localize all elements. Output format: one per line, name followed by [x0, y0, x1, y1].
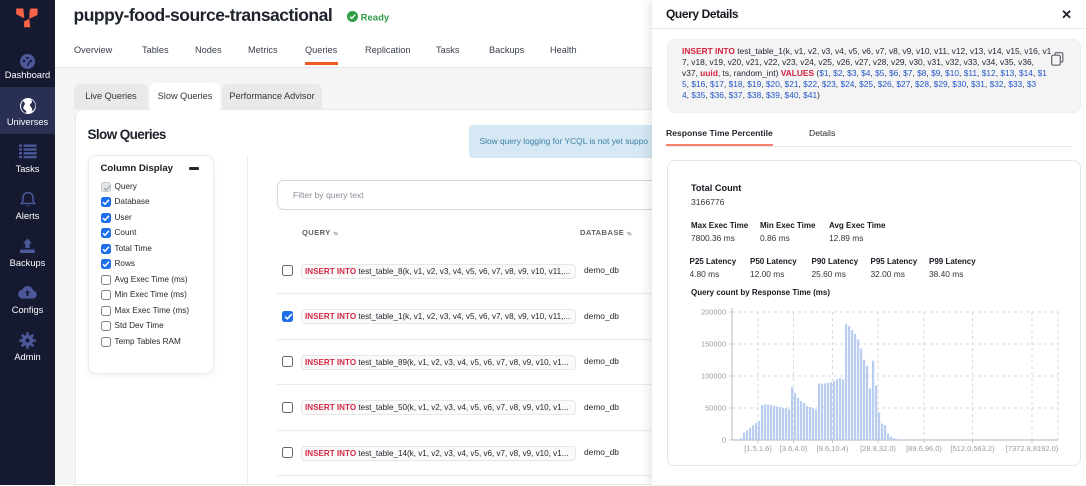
svg-text:[28.8,32.0): [28.8,32.0)	[860, 444, 896, 453]
svg-text:200000: 200000	[701, 308, 726, 317]
svg-text:150000: 150000	[701, 340, 726, 349]
svg-text:0: 0	[722, 436, 726, 445]
svg-text:100000: 100000	[701, 372, 726, 381]
svg-text:[89.6,96.0): [89.6,96.0)	[906, 444, 942, 453]
svg-text:[512.0,563.2): [512.0,563.2)	[950, 444, 995, 453]
svg-text:[9.6,10.4): [9.6,10.4)	[817, 444, 849, 453]
svg-text:[1.5,1.6): [1.5,1.6)	[744, 444, 772, 453]
svg-text:[3.6,4.0): [3.6,4.0)	[780, 444, 808, 453]
svg-text:50000: 50000	[705, 404, 726, 413]
svg-text:[7372.8,8192.0): [7372.8,8192.0)	[1006, 444, 1059, 453]
